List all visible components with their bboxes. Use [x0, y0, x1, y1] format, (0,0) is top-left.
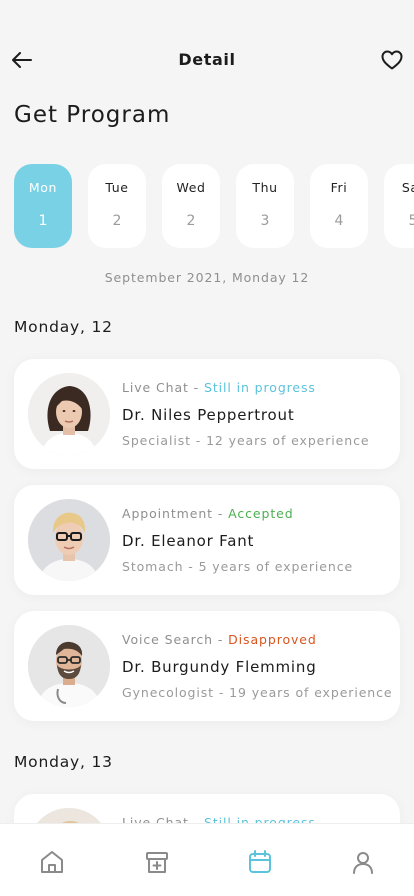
day-chip-mon[interactable]: Mon 1 — [14, 164, 72, 248]
top-app-bar: Detail — [0, 38, 414, 82]
day-number: 3 — [260, 213, 270, 229]
tab-profile[interactable] — [349, 848, 377, 876]
doctor-name: Dr. Eleanor Fant — [122, 532, 255, 550]
day-number: 2 — [112, 213, 122, 229]
avatar — [28, 625, 110, 707]
appointment-type-status: Live Chat - Still in progress — [122, 380, 316, 395]
status-label: Disapproved — [228, 632, 317, 647]
tab-calendar[interactable] — [246, 848, 274, 876]
appointment-card[interactable]: Live Chat - Still in progress Dr. Niles … — [14, 359, 400, 469]
day-name: Sat — [401, 180, 414, 195]
appointment-card[interactable]: Appointment - Accepted Dr. Eleanor Fant … — [14, 485, 400, 595]
day-name: Tue — [105, 180, 129, 195]
avatar — [28, 373, 110, 455]
calendar-icon — [249, 850, 271, 873]
tab-medical[interactable] — [143, 848, 171, 876]
status-label: Still in progress — [203, 380, 316, 395]
appointment-type-status: Voice Search - Disapproved — [122, 632, 317, 647]
medical-box-icon — [146, 852, 168, 873]
appointment-type-status: Appointment - Accepted — [122, 506, 294, 521]
doctor-detail: Specialist - 12 years of experience — [122, 433, 370, 448]
tab-home[interactable] — [38, 848, 66, 876]
doctor-name: Dr. Niles Peppertrout — [122, 406, 295, 424]
appointment-card[interactable]: Voice Search - Disapproved Dr. Burgundy … — [14, 611, 400, 721]
day-name: Wed — [176, 180, 206, 195]
heart-icon — [381, 50, 403, 70]
section-title: Monday, 13 — [14, 753, 113, 771]
home-icon — [41, 851, 63, 873]
doctor-name: Dr. Burgundy Flemming — [122, 658, 317, 676]
program-heading: Get Program — [14, 102, 171, 128]
status-label: Accepted — [228, 506, 294, 521]
day-number: 5 — [408, 213, 414, 229]
doctor-detail: Stomach - 5 years of experience — [122, 559, 354, 574]
day-selector: Mon 1 Tue 2 Wed 2 Thu 3 Fri 4 Sat 5 — [14, 164, 414, 250]
day-name: Fri — [330, 180, 348, 195]
day-chip-wed[interactable]: Wed 2 — [162, 164, 220, 248]
day-name: Thu — [252, 180, 278, 195]
day-number: 2 — [186, 213, 196, 229]
doctor-detail: Gynecologist - 19 years of experience — [122, 685, 393, 700]
day-number: 4 — [334, 213, 344, 229]
day-name: Mon — [28, 180, 58, 195]
avatar — [28, 499, 110, 581]
selected-date-caption: September 2021, Monday 12 — [104, 270, 310, 285]
section-title: Monday, 12 — [14, 318, 113, 336]
day-chip-tue[interactable]: Tue 2 — [88, 164, 146, 248]
user-icon — [353, 852, 373, 874]
day-number: 1 — [38, 213, 48, 229]
bottom-tab-bar — [0, 823, 414, 896]
favorite-button[interactable] — [378, 46, 406, 74]
day-chip-thu[interactable]: Thu 3 — [236, 164, 294, 248]
day-chip-sat[interactable]: Sat 5 — [384, 164, 414, 248]
day-chip-fri[interactable]: Fri 4 — [310, 164, 368, 248]
page-title: Detail — [178, 50, 236, 69]
